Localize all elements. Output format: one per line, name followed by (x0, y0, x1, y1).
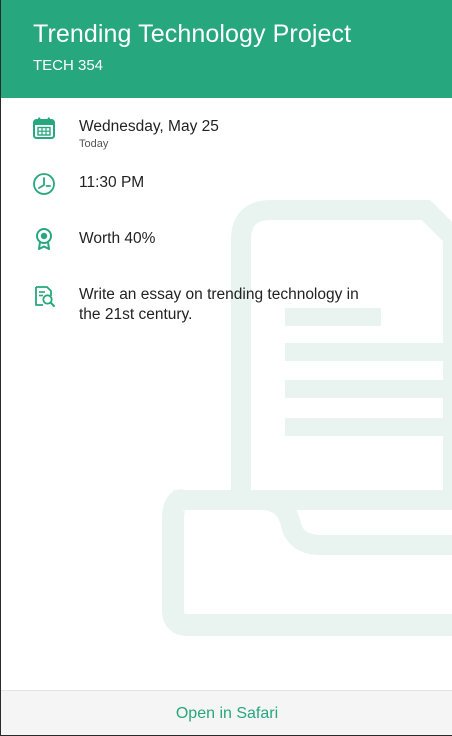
date-row: Wednesday, May 25 Today (1, 113, 452, 153)
assignment-detail-view: Trending Technology Project TECH 354 Wed… (0, 0, 452, 736)
award-ribbon-icon (36, 228, 52, 250)
course-code: TECH 354 (33, 57, 104, 74)
description-line-1: Write an essay on trending technology in (79, 286, 359, 303)
document-magnifier-icon (35, 286, 55, 307)
footer-bar: Open in Safari (1, 690, 452, 735)
worth-row: Worth 40% (1, 225, 452, 255)
due-date: Wednesday, May 25 (79, 118, 219, 135)
time-row: 11:30 PM (1, 170, 452, 200)
page-title: Trending Technology Project (33, 20, 352, 48)
document-tray-watermark-icon (162, 200, 452, 636)
due-date-relative: Today (79, 138, 109, 150)
description-row: Write an essay on trending technology in… (1, 282, 452, 332)
due-time: 11:30 PM (79, 174, 145, 191)
open-in-safari-button[interactable]: Open in Safari (1, 691, 452, 735)
header-bar: Trending Technology Project TECH 354 (1, 0, 452, 98)
clock-icon (33, 173, 55, 195)
calendar-icon (33, 117, 55, 139)
description-line-2: the 21st century. (79, 306, 193, 323)
assignment-worth: Worth 40% (79, 230, 156, 247)
